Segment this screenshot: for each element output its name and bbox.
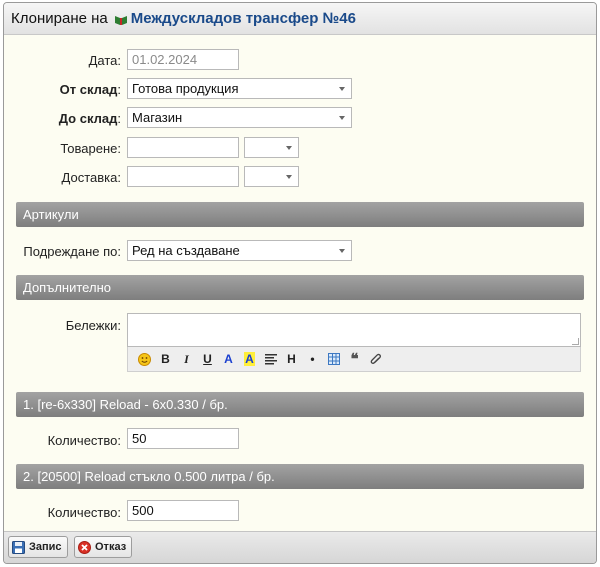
quote-icon[interactable]: ❝ <box>344 349 365 370</box>
clone-dialog: Клониране на Междускладов трансфер №46 Д… <box>3 2 597 564</box>
transfer-icon <box>114 13 128 25</box>
background-color-icon[interactable]: A <box>239 349 260 370</box>
date-label: Дата: <box>88 53 121 68</box>
order-select[interactable]: Ред на създаване <box>127 240 352 261</box>
bold-icon[interactable]: B <box>155 349 176 370</box>
table-icon[interactable] <box>323 349 344 370</box>
chevron-down-icon <box>339 116 345 120</box>
cancel-button[interactable]: Отказ <box>74 536 133 558</box>
save-button-label: Запис <box>29 541 62 553</box>
resize-grip-icon[interactable] <box>572 338 579 345</box>
notes-toolbar: B I U A A H • ❝ <box>127 347 581 372</box>
delivery-date-input[interactable] <box>127 166 239 187</box>
additional-section-header: Допълнително <box>16 275 584 300</box>
quantity-input-1[interactable]: 50 <box>127 428 239 449</box>
order-value: Ред на създаване <box>132 243 240 258</box>
quantity-label-2: Количество: <box>47 505 121 520</box>
to-store-value: Магазин <box>132 110 183 125</box>
from-store-label: От склад: <box>59 82 121 97</box>
notes-textarea[interactable] <box>127 313 581 347</box>
date-field[interactable]: 01.02.2024 <box>127 49 239 70</box>
chevron-down-icon <box>339 87 345 91</box>
chevron-down-icon <box>339 249 345 253</box>
align-icon[interactable] <box>260 349 281 370</box>
title-prefix: Клониране на <box>11 10 108 27</box>
order-label: Подреждане по: <box>23 244 121 259</box>
save-button[interactable]: Запис <box>8 536 68 558</box>
from-store-value: Готова продукция <box>132 81 239 96</box>
notes-label: Бележки: <box>65 318 121 333</box>
chevron-down-icon <box>286 146 292 150</box>
loading-time-select[interactable] <box>244 137 299 158</box>
dialog-titlebar: Клониране на Междускладов трансфер №46 <box>4 3 596 35</box>
transfer-link[interactable]: Междускладов трансфер №46 <box>114 10 356 27</box>
attachment-icon[interactable] <box>365 349 386 370</box>
transfer-link-label[interactable]: Междускладов трансфер №46 <box>131 10 356 27</box>
heading-icon[interactable]: H <box>281 349 302 370</box>
cancel-button-label: Отказ <box>95 541 127 553</box>
delivery-label: Доставка: <box>61 170 121 185</box>
dialog-footer: Запис Отказ <box>4 531 596 563</box>
emoji-icon[interactable] <box>134 349 155 370</box>
list-icon[interactable]: • <box>302 349 323 370</box>
delivery-time-select[interactable] <box>244 166 299 187</box>
text-color-icon[interactable]: A <box>218 349 239 370</box>
quantity-label-1: Количество: <box>47 433 121 448</box>
save-icon <box>12 540 25 554</box>
to-store-select[interactable]: Магазин <box>127 107 352 128</box>
underline-icon[interactable]: U <box>197 349 218 370</box>
chevron-down-icon <box>286 175 292 179</box>
loading-date-input[interactable] <box>127 137 239 158</box>
quantity-input-2[interactable]: 500 <box>127 500 239 521</box>
to-store-label: До склад: <box>58 111 121 126</box>
from-store-select[interactable]: Готова продукция <box>127 78 352 99</box>
italic-icon[interactable]: I <box>176 349 197 370</box>
item-header-2: 2. [20500] Reload стъкло 0.500 литра / б… <box>16 464 584 489</box>
articles-section-header: Артикули <box>16 202 584 227</box>
item-header-1: 1. [re-6x330] Reload - 6x0.330 / бр. <box>16 392 584 417</box>
loading-label: Товарене: <box>60 141 121 156</box>
cancel-icon <box>78 540 91 554</box>
